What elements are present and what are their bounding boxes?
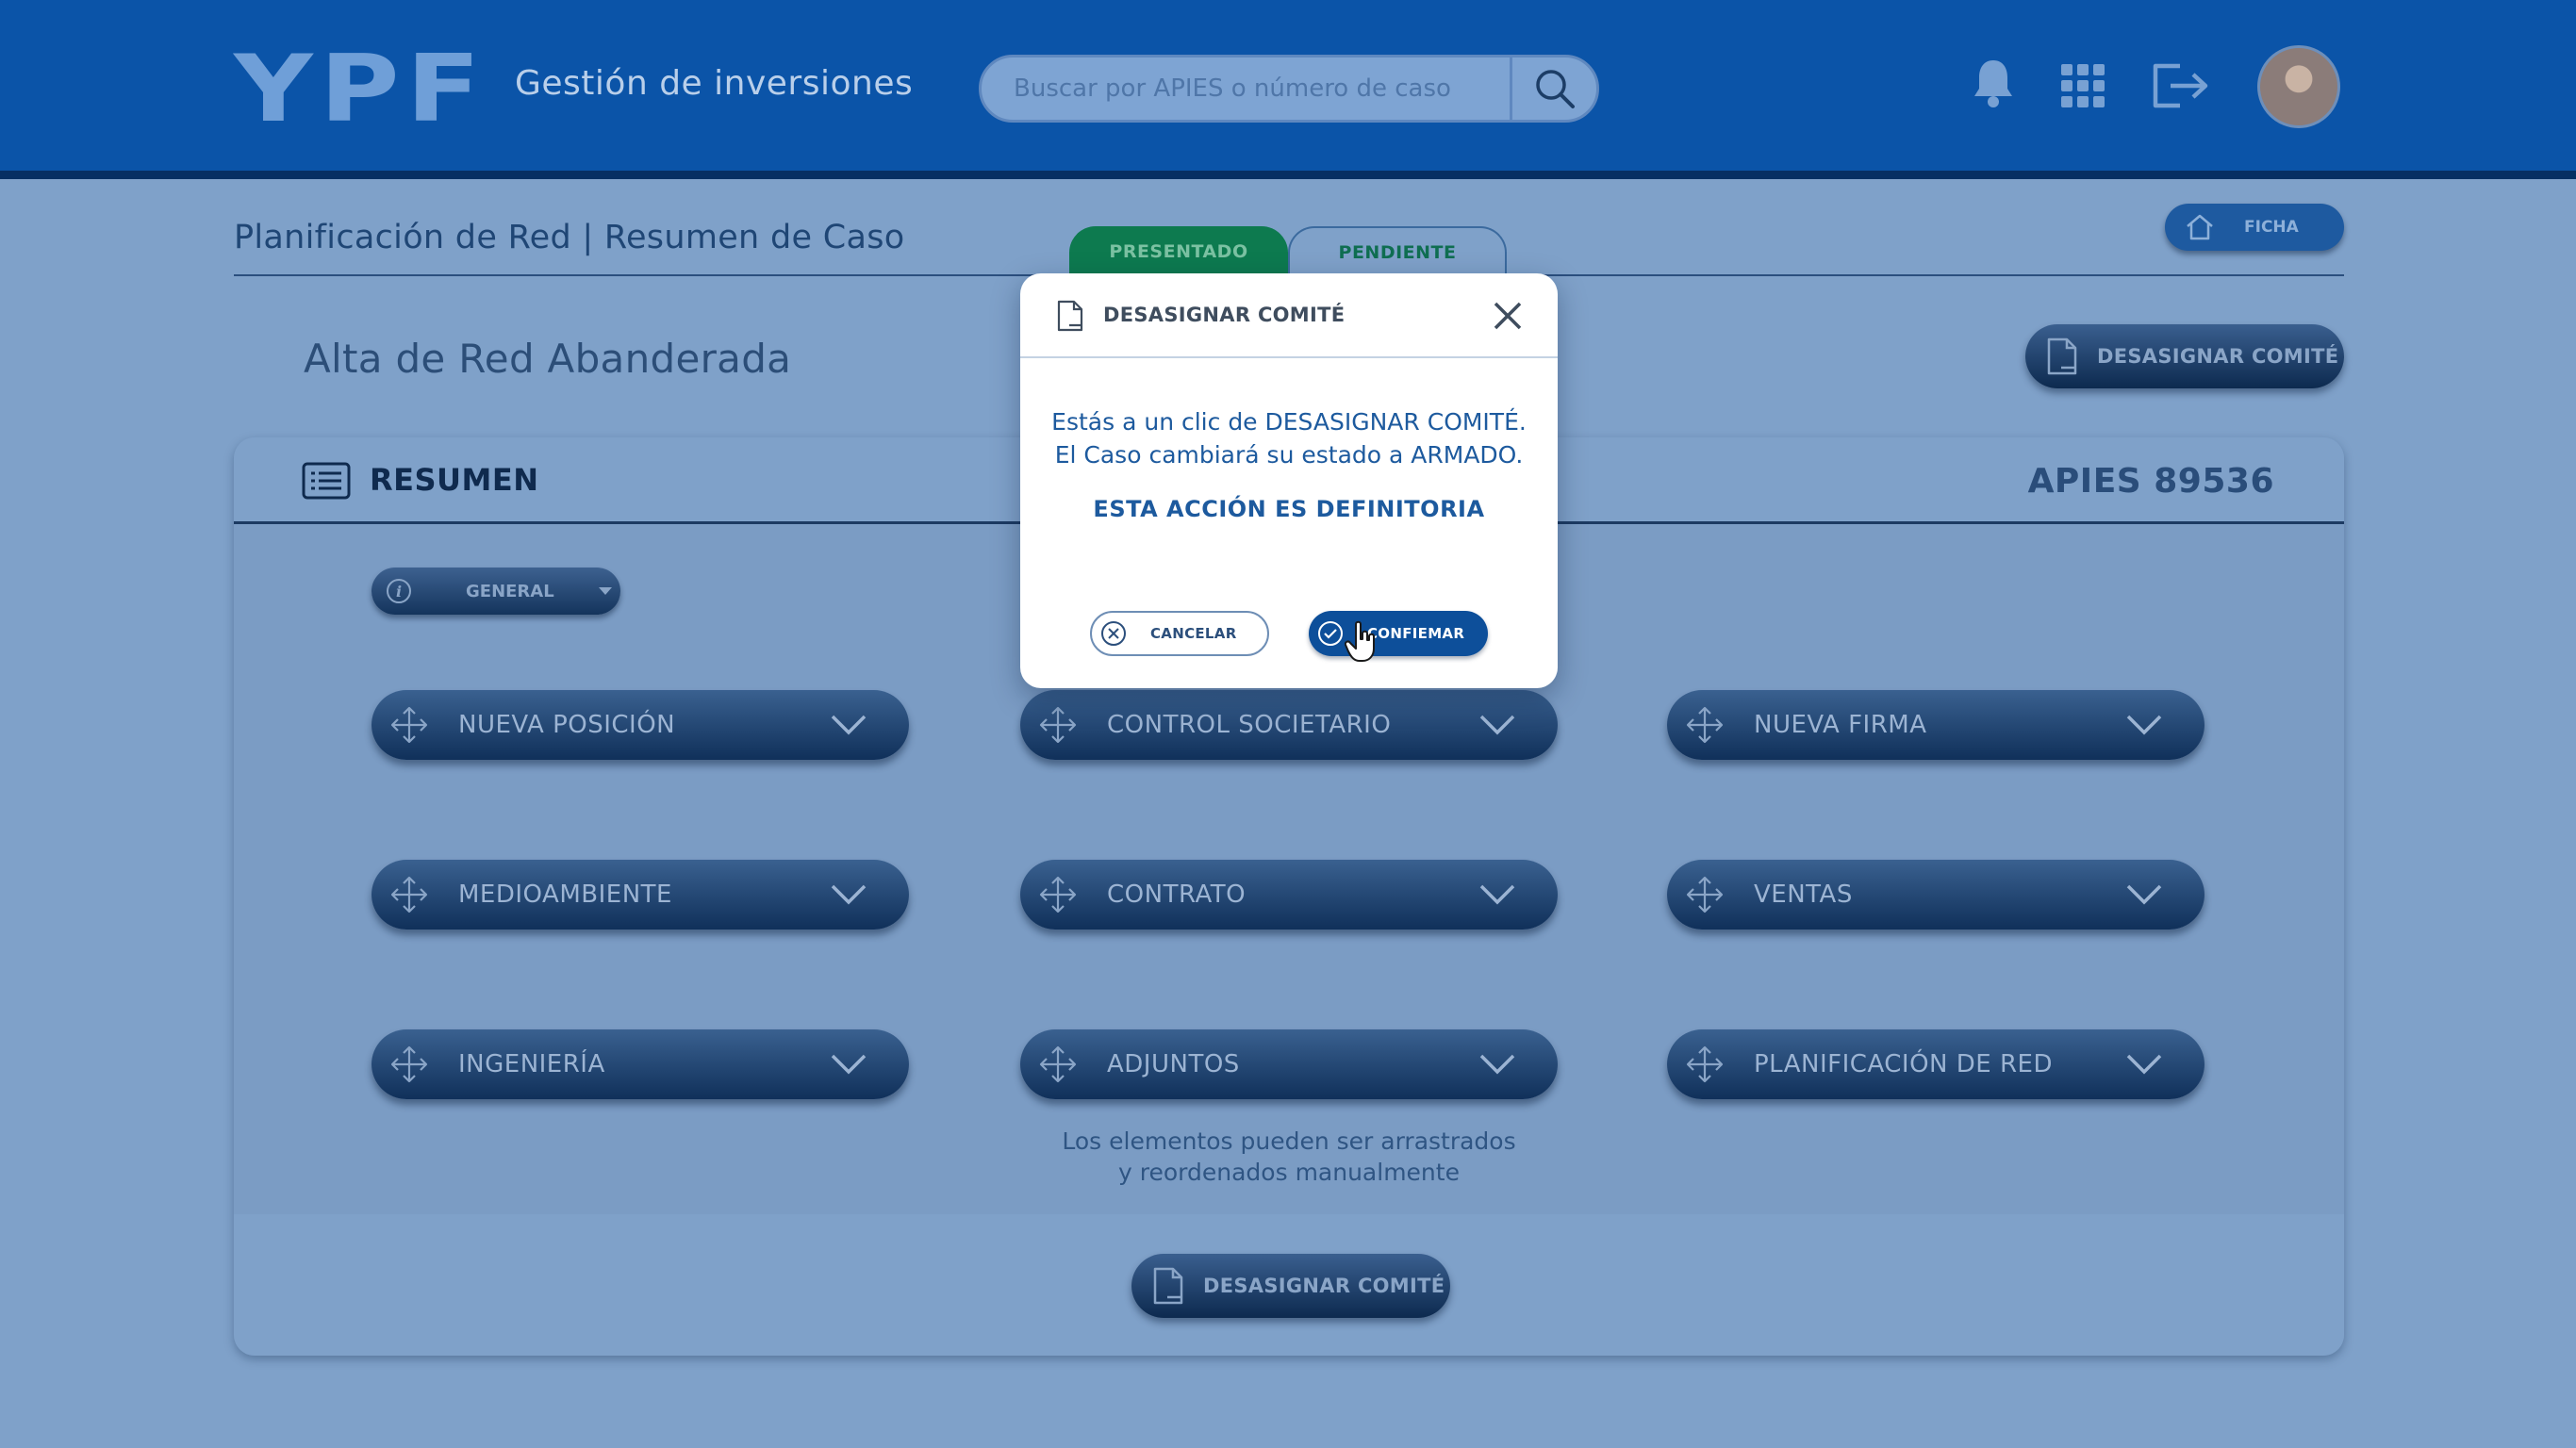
confirm-button[interactable]: CONFIEMAR [1309,611,1488,656]
general-label: GENERAL [466,581,554,601]
section-label: CONTRATO [1107,880,1247,909]
unassign-committee-modal: DESASIGNAR COMITÉ Estás a un clic de DES… [1020,273,1558,688]
top-header: YPF Gestión de inversiones [0,0,2576,179]
logout-icon[interactable] [2152,62,2210,109]
summary-title: RESUMEN [370,462,539,498]
section-label: VENTAS [1754,880,1853,909]
ficha-button[interactable]: FICHA [2165,204,2344,251]
move-icon[interactable] [1684,874,1726,915]
app-title: Gestión de inversiones [515,64,914,103]
modal-message-line-1: Estás a un clic de DESASIGNAR COMITÉ. [1051,408,1527,436]
chevron-down-icon [831,715,867,735]
unassign-committee-button-top[interactable]: DESASIGNAR COMITÉ [2025,324,2344,388]
case-subtitle: Alta de Red Abanderada [304,336,792,382]
bell-icon[interactable] [1973,57,2014,109]
section-label: NUEVA POSICIÓN [458,711,676,739]
chevron-down-icon [1479,884,1515,905]
chevron-down-icon [831,1054,867,1075]
home-icon [2187,214,2213,240]
search-icon [1535,70,1575,108]
section-planificacion-de-red[interactable]: PLANIFICACIÓN DE RED [1667,1029,2204,1099]
chevron-down-icon [2126,715,2162,735]
section-contrato[interactable]: CONTRATO [1020,860,1558,930]
drag-hint-line-2: y reordenados manualmente [1118,1159,1460,1186]
section-label: ADJUNTOS [1107,1050,1240,1078]
section-ventas[interactable]: VENTAS [1667,860,2204,930]
page-title: Planificación de Red | Resumen de Caso [234,219,905,256]
ficha-label: FICHA [2244,218,2299,237]
search-button[interactable] [1510,58,1596,120]
modal-warning: ESTA ACCIÓN ES DEFINITORIA [1093,496,1485,522]
section-label: INGENIERÍA [458,1050,605,1078]
unassign-label: DESASIGNAR COMITÉ [1203,1275,1445,1297]
ypf-logo: YPF [234,36,487,143]
tab-pendiente[interactable]: PENDIENTE [1288,226,1507,277]
modal-header: DESASIGNAR COMITÉ [1020,273,1558,358]
section-label: NUEVA FIRMA [1754,711,1927,739]
section-ingenieria[interactable]: INGENIERÍA [372,1029,909,1099]
drag-hint-line-1: Los elementos pueden ser arrastrados [1062,1127,1516,1155]
document-icon [1153,1267,1183,1305]
summary-footer: DESASIGNAR COMITÉ [234,1214,2344,1356]
document-icon [1057,300,1083,332]
search-bar [979,55,1599,123]
apps-grid-icon[interactable] [2061,64,2105,107]
section-control-societario[interactable]: CONTROL SOCIETARIO [1020,690,1558,760]
cancel-label: CANCELAR [1150,625,1237,642]
chevron-down-icon [2126,884,2162,905]
chevron-down-icon [2126,1054,2162,1075]
move-icon[interactable] [1037,1044,1079,1085]
section-adjuntos[interactable]: ADJUNTOS [1020,1029,1558,1099]
section-nueva-firma[interactable]: NUEVA FIRMA [1667,690,2204,760]
hand-cursor-icon [1345,620,1375,662]
section-medioambiente[interactable]: MEDIOAMBIENTE [372,860,909,930]
caret-down-icon [598,587,612,595]
move-icon[interactable] [388,874,430,915]
section-label: PLANIFICACIÓN DE RED [1754,1050,2053,1078]
svg-text:i: i [396,583,402,601]
general-dropdown[interactable]: i GENERAL [372,568,620,615]
section-nueva-posicion[interactable]: NUEVA POSICIÓN [372,690,909,760]
move-icon[interactable] [1037,874,1079,915]
search-input[interactable] [982,58,1515,120]
move-icon[interactable] [1684,704,1726,746]
tab-presentado[interactable]: PRESENTADO [1069,226,1288,277]
unassign-committee-button-bottom[interactable]: DESASIGNAR COMITÉ [1131,1254,1450,1318]
user-avatar[interactable] [2257,45,2340,128]
modal-message-line-2: El Caso cambiará su estado a ARMADO. [1054,441,1524,469]
document-icon [2047,337,2077,375]
chevron-down-icon [831,884,867,905]
unassign-label: DESASIGNAR COMITÉ [2097,345,2339,368]
modal-title: DESASIGNAR COMITÉ [1103,304,1346,326]
modal-message: Estás a un clic de DESASIGNAR COMITÉ. El… [1020,405,1558,471]
cancel-circle-icon [1101,621,1126,646]
move-icon[interactable] [388,1044,430,1085]
move-icon[interactable] [388,704,430,746]
cancel-button[interactable]: CANCELAR [1090,611,1269,656]
move-icon[interactable] [1684,1044,1726,1085]
list-icon [302,462,351,500]
check-circle-icon [1318,621,1343,646]
info-icon: i [387,579,411,603]
section-label: MEDIOAMBIENTE [458,880,672,909]
section-label: CONTROL SOCIETARIO [1107,711,1392,739]
close-icon[interactable] [1492,300,1524,332]
chevron-down-icon [1479,715,1515,735]
confirm-label: CONFIEMAR [1367,625,1465,642]
apies-number: APIES 89536 [2027,462,2274,501]
chevron-down-icon [1479,1054,1515,1075]
move-icon[interactable] [1037,704,1079,746]
drag-hint: Los elementos pueden ser arrastrados y r… [234,1126,2344,1188]
